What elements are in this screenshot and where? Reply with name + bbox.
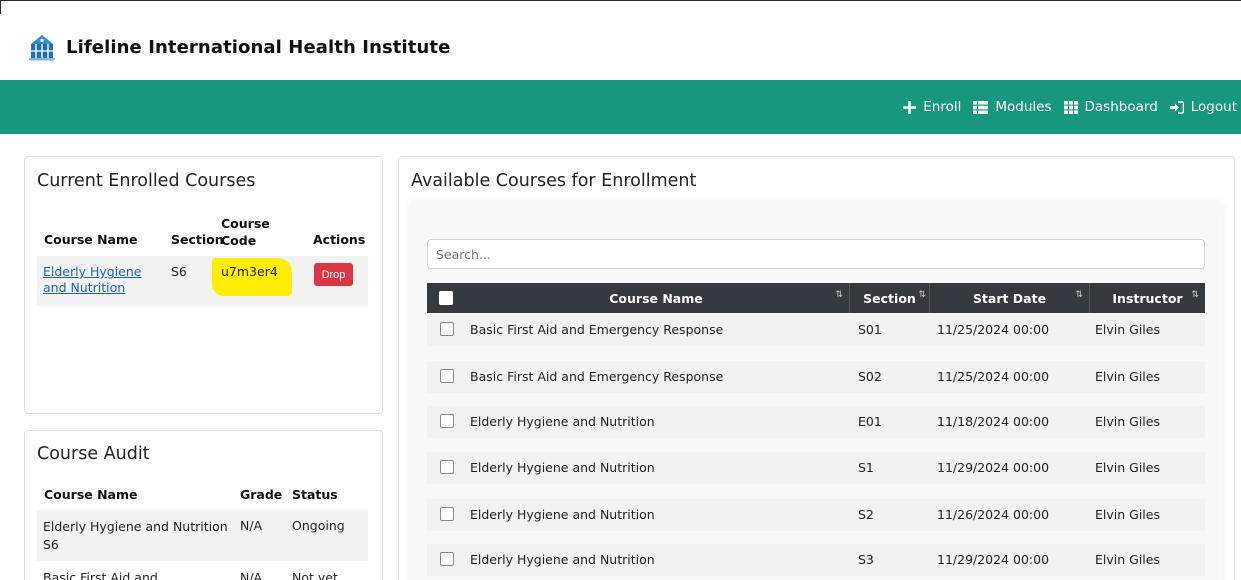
row-checkbox[interactable] [440, 322, 454, 336]
search-input[interactable] [427, 239, 1205, 269]
grid-icon [1063, 100, 1078, 114]
nav-enroll[interactable]: Enroll [903, 99, 961, 115]
row-start-date: 11/18/2024 00:00 [937, 414, 1050, 429]
nav-logout[interactable]: Logout [1169, 99, 1237, 115]
enrolled-header-actions: Actions [313, 232, 366, 247]
sort-icon: ⇅ [1191, 290, 1199, 300]
row-course-name: Basic First Aid and Emergency Response [470, 369, 724, 384]
row-checkbox[interactable] [440, 460, 454, 474]
audit-header-status: Status [292, 487, 338, 502]
row-checkbox[interactable] [440, 552, 454, 566]
enrolled-course-link[interactable]: Elderly Hygiene and Nutrition [43, 264, 161, 296]
app-title: Lifeline International Health Institute [66, 36, 451, 58]
enrolled-course-code: u7m3er4 [221, 264, 278, 279]
row-instructor: Elvin Giles [1095, 507, 1160, 522]
row-course-name: Elderly Hygiene and Nutrition [470, 460, 655, 475]
row-section: E01 [858, 414, 882, 429]
th-start-date-label: Start Date [972, 290, 1047, 306]
institute-logo-icon [29, 35, 55, 61]
nav-logout-label: Logout [1190, 99, 1237, 115]
row-section: S02 [858, 369, 882, 384]
top-navbar: Enroll Modules Dashboard Logout [0, 80, 1241, 134]
sort-icon: ⇅ [1075, 290, 1083, 300]
nav-links: Enroll Modules Dashboard Logout [903, 80, 1241, 134]
nav-enroll-label: Enroll [923, 99, 962, 115]
row-start-date: 11/29/2024 00:00 [937, 552, 1050, 567]
row-instructor: Elvin Giles [1095, 369, 1160, 384]
nav-dashboard-label: Dashboard [1084, 99, 1158, 115]
row-section: S01 [858, 322, 882, 337]
row-instructor: Elvin Giles [1095, 460, 1160, 475]
sign-in-icon [1169, 100, 1184, 114]
audit-header-grade: Grade [240, 487, 283, 502]
row-section: S3 [858, 552, 874, 567]
select-all-checkbox[interactable] [439, 291, 453, 305]
brand: Lifeline International Health Institute [28, 30, 450, 64]
audit-status: Not yet [292, 570, 338, 580]
row-start-date: 11/25/2024 00:00 [937, 322, 1050, 337]
audit-header-course-name: Course Name [44, 487, 138, 502]
list-icon [973, 100, 989, 114]
audit-grade: N/A [240, 570, 263, 580]
row-checkbox[interactable] [440, 507, 454, 521]
nav-dashboard[interactable]: Dashboard [1063, 99, 1158, 115]
table-row[interactable]: Elderly Hygiene and Nutrition E01 11/18/… [427, 406, 1205, 438]
row-course-name: Elderly Hygiene and Nutrition [470, 552, 655, 567]
table-row[interactable]: Elderly Hygiene and Nutrition S3 11/29/2… [427, 544, 1205, 576]
available-courses-title: Available Courses for Enrollment [411, 171, 697, 191]
row-instructor: Elvin Giles [1095, 322, 1160, 337]
table-row[interactable]: Basic First Aid and Emergency Response S… [427, 314, 1205, 346]
plus-icon [903, 100, 917, 114]
enrolled-header-course-name: Course Name [44, 232, 138, 247]
table-row[interactable]: Elderly Hygiene and Nutrition S2 11/26/2… [427, 499, 1205, 531]
audit-course-name: Elderly Hygiene and Nutrition S6 [43, 519, 228, 552]
audit-status: Ongoing [292, 518, 345, 533]
row-section: S2 [858, 507, 874, 522]
row-start-date: 11/29/2024 00:00 [937, 460, 1050, 475]
audit-course-name: Basic First Aid and [43, 570, 158, 580]
row-section: S1 [858, 460, 874, 475]
courses-table-header: Course Name ⇅ Section ⇅ Start Date ⇅ Ins… [427, 283, 1205, 313]
row-instructor: Elvin Giles [1095, 414, 1160, 429]
row-course-name: Elderly Hygiene and Nutrition [470, 507, 655, 522]
row-checkbox[interactable] [440, 369, 454, 383]
row-course-name: Elderly Hygiene and Nutrition [470, 414, 655, 429]
th-course-name-label: Course Name [609, 290, 703, 306]
audit-grade: N/A [240, 518, 263, 533]
sort-icon: ⇅ [835, 290, 843, 300]
course-audit-title: Course Audit [37, 444, 150, 464]
row-start-date: 11/26/2024 00:00 [937, 507, 1050, 522]
nav-modules-label: Modules [995, 99, 1052, 115]
th-section[interactable]: Section ⇅ [849, 283, 929, 313]
row-course-name: Basic First Aid and Emergency Response [470, 322, 724, 337]
th-start-date[interactable]: Start Date ⇅ [929, 283, 1089, 313]
table-row[interactable]: Basic First Aid and Emergency Response S… [427, 361, 1205, 393]
row-instructor: Elvin Giles [1095, 552, 1160, 567]
drop-button[interactable]: Drop [314, 263, 353, 286]
window-top-edge [0, 0, 1241, 14]
enrolled-section: S6 [171, 264, 187, 279]
enrolled-header-course-code: Course Code [221, 216, 270, 248]
table-row[interactable]: Elderly Hygiene and Nutrition S1 11/29/2… [427, 452, 1205, 484]
th-instructor[interactable]: Instructor ⇅ [1089, 283, 1205, 313]
sort-icon: ⇅ [918, 290, 926, 300]
th-instructor-label: Instructor [1112, 290, 1183, 306]
nav-modules[interactable]: Modules [973, 99, 1052, 115]
enrolled-courses-title: Current Enrolled Courses [37, 171, 256, 191]
enrolled-header-section: Section [171, 232, 224, 247]
th-course-name[interactable]: Course Name ⇅ [463, 283, 849, 313]
row-start-date: 11/25/2024 00:00 [937, 369, 1050, 384]
row-checkbox[interactable] [440, 414, 454, 428]
th-section-label: Section [863, 290, 916, 306]
